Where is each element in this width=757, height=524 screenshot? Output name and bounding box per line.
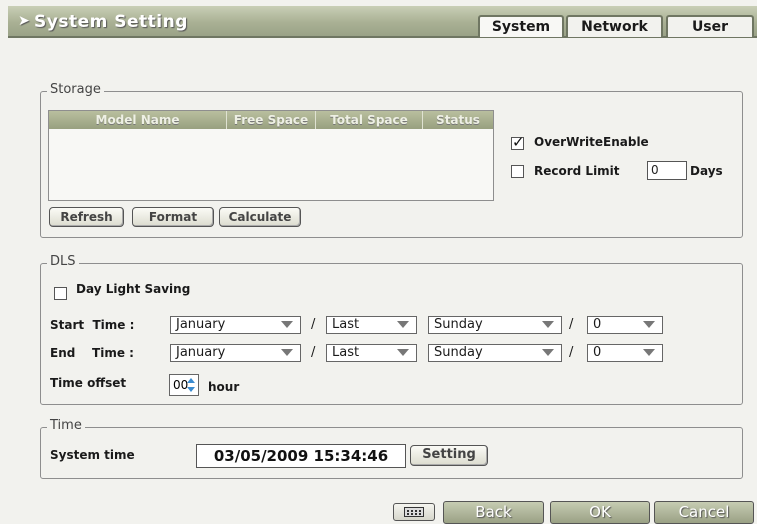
start-week-select[interactable]: Last — [326, 316, 417, 334]
end-week-value: Last — [332, 345, 360, 360]
day-light-saving-checkbox[interactable] — [54, 287, 67, 300]
time-offset-unit: hour — [208, 380, 240, 394]
time-offset-value: 00 — [173, 378, 189, 392]
tab-network[interactable]: Network — [566, 15, 663, 37]
dropdown-arrow-icon — [542, 349, 554, 356]
checkmark-icon: ✓ — [512, 133, 525, 151]
cancel-button[interactable]: Cancel — [654, 501, 754, 524]
start-day-select[interactable]: Sunday — [428, 316, 562, 334]
separator: / — [311, 345, 316, 360]
refresh-button[interactable]: Refresh — [49, 207, 124, 227]
end-month-select[interactable]: January — [170, 344, 301, 362]
day-light-saving-label: Day Light Saving — [76, 282, 191, 296]
start-month-value: January — [176, 317, 226, 332]
setting-button[interactable]: Setting — [410, 445, 488, 466]
time-offset-spinner[interactable]: 00 — [169, 374, 199, 396]
col-total-space[interactable]: Total Space — [316, 111, 423, 129]
start-day-value: Sunday — [434, 317, 483, 332]
col-status[interactable]: Status — [423, 111, 493, 129]
end-hour-select[interactable]: 0 — [587, 344, 663, 362]
spin-down-icon[interactable] — [187, 387, 195, 392]
separator: / — [569, 317, 574, 332]
end-time-label: End Time : — [50, 346, 134, 360]
end-day-select[interactable]: Sunday — [428, 344, 562, 362]
system-time-label: System time — [50, 448, 135, 462]
record-limit-input[interactable]: 0 — [647, 161, 687, 180]
dropdown-arrow-icon — [643, 321, 655, 328]
end-day-value: Sunday — [434, 345, 483, 360]
dropdown-arrow-icon — [397, 349, 409, 356]
start-hour-value: 0 — [593, 317, 602, 332]
start-hour-select[interactable]: 0 — [587, 316, 663, 334]
overwrite-label: OverWriteEnable — [534, 135, 649, 149]
time-legend: Time — [47, 418, 85, 433]
time-offset-label: Time offset — [50, 376, 127, 390]
col-model-name[interactable]: Model Name — [49, 111, 227, 129]
record-limit-unit: Days — [690, 164, 723, 178]
storage-table-header: Model Name Free Space Total Space Status — [49, 111, 493, 129]
dropdown-arrow-icon — [281, 349, 293, 356]
end-hour-value: 0 — [593, 345, 602, 360]
spin-up-icon[interactable] — [187, 378, 195, 383]
tab-user[interactable]: User — [666, 15, 754, 37]
calculate-button[interactable]: Calculate — [219, 207, 301, 227]
start-week-value: Last — [332, 317, 360, 332]
format-button[interactable]: Format — [132, 207, 214, 227]
separator: / — [569, 345, 574, 360]
window-title: System Setting — [34, 12, 188, 32]
end-month-value: January — [176, 345, 226, 360]
keyboard-icon — [404, 507, 424, 517]
keyboard-button[interactable] — [393, 503, 435, 521]
dropdown-arrow-icon — [281, 321, 293, 328]
arrow-right-icon: ➤ — [18, 13, 30, 29]
record-limit-label: Record Limit — [534, 164, 620, 178]
separator: / — [311, 317, 316, 332]
start-month-select[interactable]: January — [170, 316, 301, 334]
end-week-select[interactable]: Last — [326, 344, 417, 362]
storage-legend: Storage — [47, 82, 104, 97]
col-free-space[interactable]: Free Space — [227, 111, 316, 129]
system-time-field[interactable]: 03/05/2009 15:34:46 — [196, 444, 406, 468]
start-time-label: Start Time : — [50, 318, 135, 332]
dropdown-arrow-icon — [643, 349, 655, 356]
record-limit-checkbox[interactable] — [511, 165, 524, 178]
dls-legend: DLS — [47, 254, 79, 269]
dropdown-arrow-icon — [542, 321, 554, 328]
tab-system[interactable]: System — [478, 15, 564, 37]
back-button[interactable]: Back — [443, 501, 544, 524]
dropdown-arrow-icon — [397, 321, 409, 328]
overwrite-checkbox[interactable]: ✓ — [511, 133, 525, 151]
storage-table: Model Name Free Space Total Space Status — [48, 110, 494, 201]
ok-button[interactable]: OK — [550, 501, 650, 524]
